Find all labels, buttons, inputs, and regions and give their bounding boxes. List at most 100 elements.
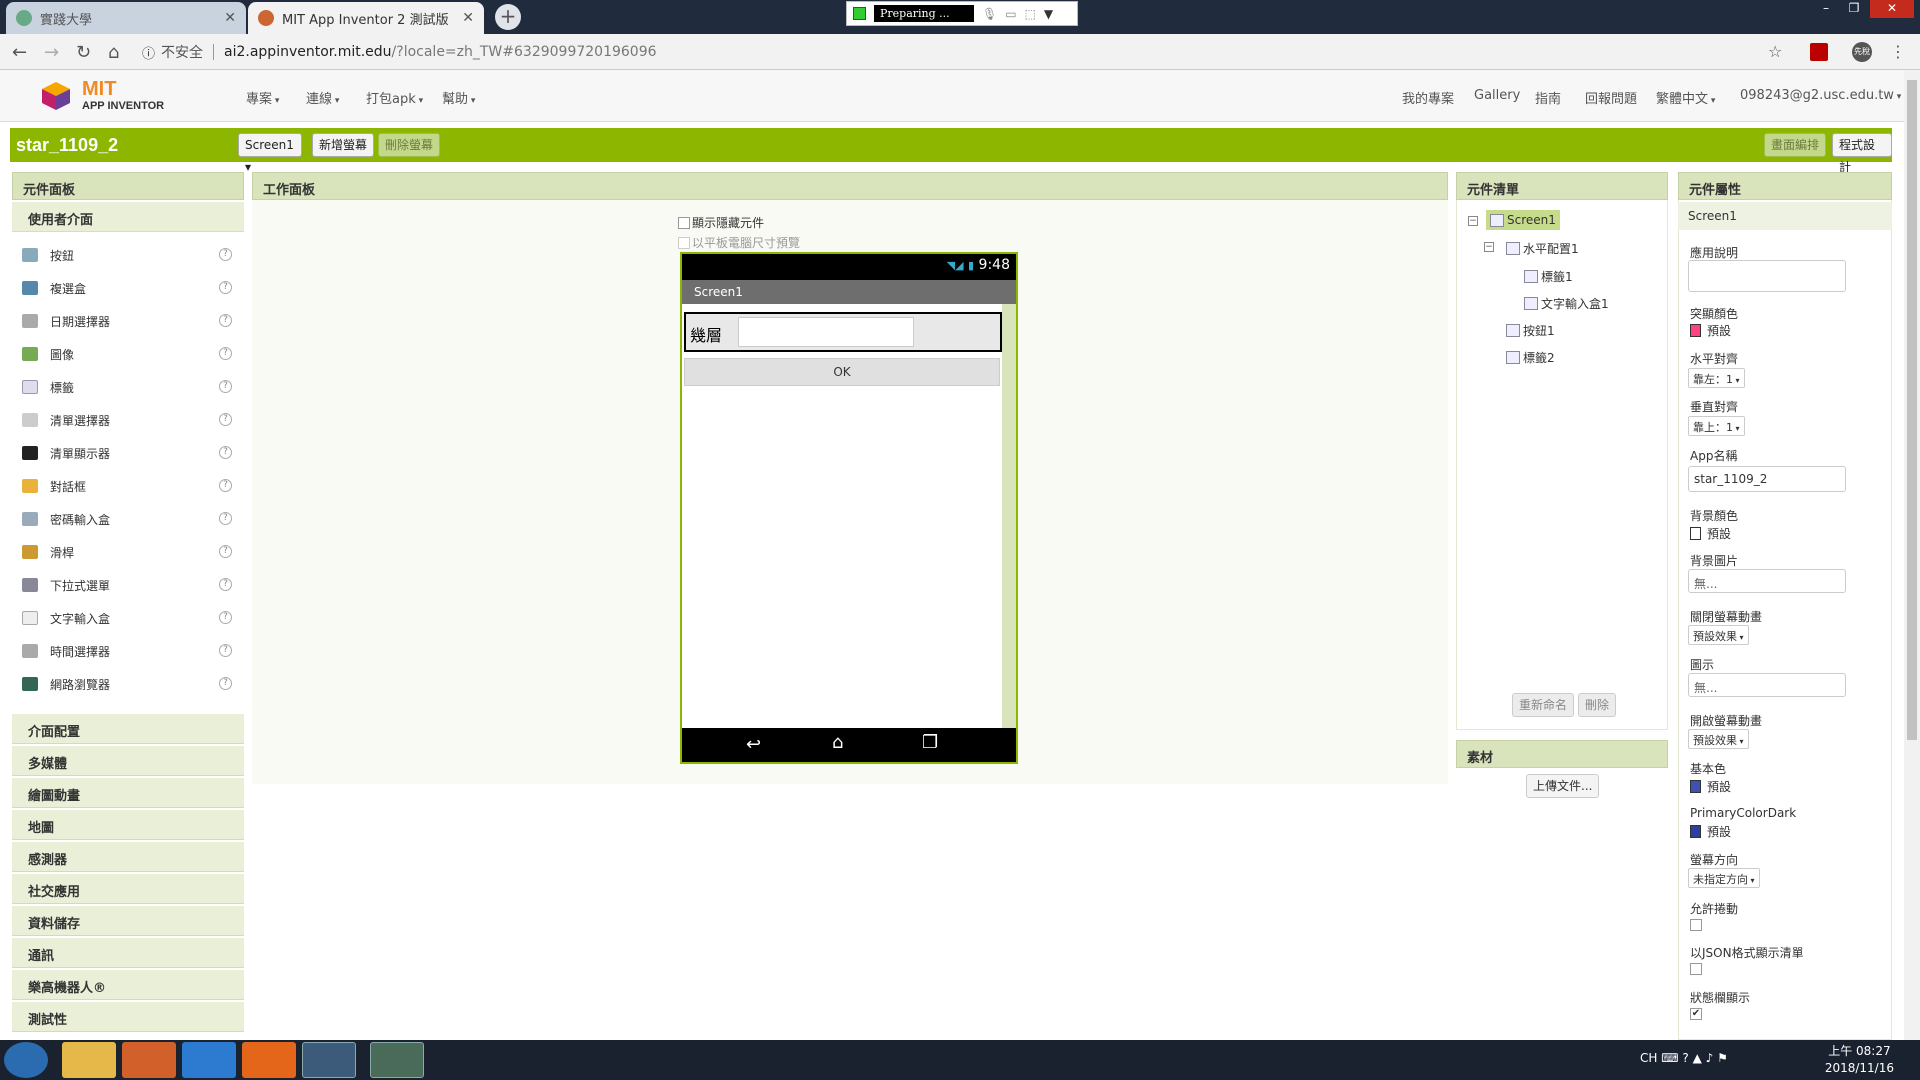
palette-category-connectivity[interactable]: 通訊 <box>12 938 244 968</box>
prop-halign-select[interactable]: 靠左：1 <box>1688 368 1745 388</box>
prop-bgcolor-value[interactable]: 預設 <box>1690 525 1731 542</box>
prop-open-anim-select[interactable]: 預設效果 <box>1688 729 1749 749</box>
link-report-issue[interactable]: 回報問題 <box>1585 88 1637 107</box>
prop-icon-input[interactable]: 無... <box>1688 673 1846 697</box>
tree-node-label1[interactable]: 標籤1 <box>1524 268 1573 285</box>
help-icon[interactable]: ? <box>219 578 232 591</box>
close-window-icon[interactable]: ✕ <box>1870 0 1914 18</box>
palette-category-maps[interactable]: 地圖 <box>12 810 244 840</box>
palette-item-timepicker[interactable]: 時間選擇器? <box>22 636 232 666</box>
screen-select[interactable]: Screen1 ▾ <box>238 133 302 174</box>
palette-category-layout[interactable]: 介面配置 <box>12 714 244 744</box>
palette-category-storage[interactable]: 資料儲存 <box>12 906 244 936</box>
palette-item-textbox[interactable]: 文字輸入盒? <box>22 603 232 633</box>
help-icon[interactable]: ? <box>219 611 232 624</box>
palette-category-experimental[interactable]: 測試性 <box>12 1002 244 1032</box>
tree-node-button1[interactable]: 按鈕1 <box>1506 322 1555 339</box>
palette-section-user-interface[interactable]: 使用者介面 <box>12 202 244 232</box>
help-icon[interactable]: ? <box>219 314 232 327</box>
info-icon[interactable]: ⓘ <box>142 43 155 62</box>
prop-bgimage-input[interactable]: 無... <box>1688 569 1846 593</box>
help-icon[interactable]: ? <box>219 644 232 657</box>
help-icon[interactable]: ? <box>219 512 232 525</box>
prop-primary-dark-value[interactable]: 預設 <box>1690 823 1731 840</box>
help-icon[interactable]: ? <box>219 446 232 459</box>
help-icon[interactable]: ? <box>1682 1051 1688 1065</box>
close-tab-icon[interactable]: ✕ <box>462 10 474 26</box>
add-screen-button[interactable]: 新增螢幕 <box>312 133 375 157</box>
remove-screen-button[interactable]: 刪除螢幕 <box>378 133 441 157</box>
url-field[interactable]: ⓘ 不安全 ai2.appinventor.mit.edu /?locale=z… <box>142 39 1772 65</box>
microphone-icon[interactable]: 🎙 <box>982 7 997 21</box>
help-icon[interactable]: ? <box>219 413 232 426</box>
palette-item-spinner[interactable]: 下拉式選單? <box>22 570 232 600</box>
palette-category-media[interactable]: 多媒體 <box>12 746 244 776</box>
tree-node-textbox1[interactable]: 文字輸入盒1 <box>1524 295 1609 312</box>
prop-orientation-select[interactable]: 未指定方向 <box>1688 868 1760 888</box>
help-icon[interactable]: ? <box>219 380 232 393</box>
help-icon[interactable]: ? <box>219 281 232 294</box>
mit-app-inventor-logo[interactable]: MIT APP INVENTOR <box>38 76 178 116</box>
blocks-button[interactable]: 程式設計 <box>1832 133 1892 174</box>
palette-item-webviewer[interactable]: 網路瀏覽器? <box>22 669 232 699</box>
prop-valign-select[interactable]: 靠上：1 <box>1688 416 1745 436</box>
palette-item-image[interactable]: 圖像? <box>22 339 232 369</box>
restore-window-icon[interactable]: ❐ <box>1842 0 1866 18</box>
internet-explorer-icon[interactable] <box>182 1042 236 1078</box>
browser-tab-usc[interactable]: 實踐大學 ✕ <box>6 2 246 34</box>
taskbar-clock[interactable]: 上午 08:27 2018/11/16 <box>1825 1043 1894 1077</box>
designer-button[interactable]: 畫面編排 <box>1764 133 1827 157</box>
tablet-preview-checkbox[interactable]: 以平板電腦尺寸預覽 <box>678 234 800 251</box>
palette-item-slider[interactable]: 滑桿? <box>22 537 232 567</box>
camera-icon[interactable]: ▭ <box>1005 7 1016 21</box>
start-button-icon[interactable] <box>4 1042 48 1078</box>
delete-button[interactable]: 刪除 <box>1578 693 1617 717</box>
prop-scrollable-checkbox[interactable] <box>1690 919 1702 931</box>
textbox-1[interactable] <box>738 317 914 347</box>
keyboard-icon[interactable]: ⌨ <box>1661 1051 1678 1065</box>
collapse-toggle-icon[interactable]: − <box>1484 242 1494 252</box>
page-scrollbar[interactable] <box>1904 70 1920 1040</box>
palette-item-listpicker[interactable]: 清單選擇器? <box>22 405 232 435</box>
media-player-icon[interactable] <box>122 1042 176 1078</box>
palette-item-datepicker[interactable]: 日期選擇器? <box>22 306 232 336</box>
language-menu[interactable]: 繁體中文 <box>1656 88 1715 107</box>
link-guide[interactable]: 指南 <box>1535 88 1561 107</box>
file-explorer-icon[interactable] <box>62 1042 116 1078</box>
flag-icon[interactable]: ⚑ <box>1717 1051 1728 1065</box>
firefox-icon[interactable] <box>242 1042 296 1078</box>
palette-item-listview[interactable]: 清單顯示器? <box>22 438 232 468</box>
link-gallery[interactable]: Gallery <box>1474 88 1520 103</box>
help-icon[interactable]: ? <box>219 677 232 690</box>
browser-tab-appinventor[interactable]: MIT App Inventor 2 測試版 ✕ <box>248 2 484 34</box>
chrome-icon[interactable] <box>302 1042 356 1078</box>
menu-build[interactable]: 打包apk <box>366 88 423 107</box>
home-icon[interactable]: ⌂ <box>108 42 119 63</box>
prop-close-anim-select[interactable]: 預設效果 <box>1688 625 1749 645</box>
tree-node-label2[interactable]: 標籤2 <box>1506 349 1555 366</box>
palette-category-lego[interactable]: 樂高機器人® <box>12 970 244 1000</box>
volume-icon[interactable]: ♪ <box>1706 1051 1714 1065</box>
language-indicator[interactable]: CH <box>1640 1051 1657 1065</box>
reload-icon[interactable]: ↻ <box>76 42 91 63</box>
account-menu[interactable]: 098243@g2.usc.edu.tw <box>1740 88 1901 103</box>
scrollbar-thumb[interactable] <box>1907 80 1917 740</box>
palette-item-passwordtextbox[interactable]: 密碼輸入盒? <box>22 504 232 534</box>
collapse-toggle-icon[interactable]: − <box>1468 216 1478 226</box>
back-icon[interactable]: ← <box>12 42 27 63</box>
checkbox-box[interactable] <box>678 237 690 249</box>
horizontal-arrangement-1[interactable]: 幾層 <box>684 312 1002 352</box>
prop-statusbar-checkbox[interactable]: ✔ <box>1690 1008 1702 1020</box>
android-emulator-icon[interactable] <box>370 1042 424 1078</box>
prop-primary-value[interactable]: 預設 <box>1690 778 1731 795</box>
link-my-projects[interactable]: 我的專案 <box>1402 88 1454 107</box>
tree-node-horizontal-arrangement1[interactable]: 水平配置1 <box>1506 240 1579 257</box>
menu-help[interactable]: 幫助 <box>442 88 475 107</box>
region-icon[interactable]: ⬚ <box>1025 7 1036 21</box>
forward-icon[interactable]: → <box>44 42 59 63</box>
checkbox-box[interactable] <box>678 217 690 229</box>
menu-icon[interactable]: ⋮ <box>1890 42 1906 61</box>
profile-avatar[interactable]: 先稅 <box>1852 42 1872 62</box>
help-icon[interactable]: ? <box>219 347 232 360</box>
show-hidden-checkbox[interactable]: 顯示隱藏元件 <box>678 214 764 231</box>
